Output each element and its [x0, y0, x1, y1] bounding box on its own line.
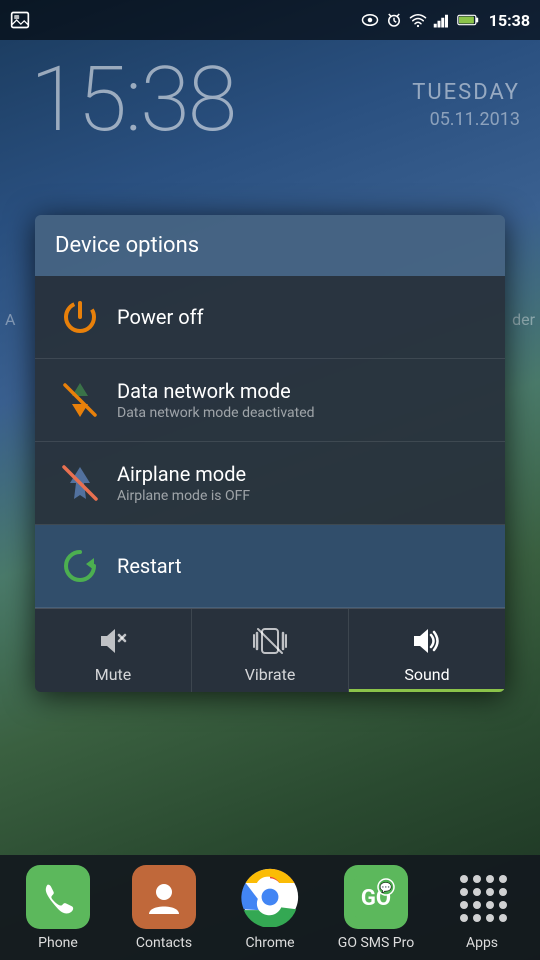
- airplane-subtitle: Airplane mode is OFF: [117, 488, 250, 504]
- status-right-icons: 15:38: [361, 11, 530, 30]
- data-network-icon: [58, 378, 102, 422]
- side-text-left: A: [5, 310, 15, 329]
- dock-item-contacts[interactable]: Contacts: [119, 865, 209, 951]
- signal-icon: [433, 11, 451, 29]
- dock-item-phone[interactable]: Phone: [13, 865, 103, 951]
- gosms-icon-container: GO 💬: [344, 865, 408, 929]
- wallpaper-time: 15:38: [30, 55, 235, 145]
- power-off-text: Power off: [117, 305, 204, 329]
- device-options-dialog: Device options Power off: [35, 215, 505, 692]
- airplane-item[interactable]: Airplane mode Airplane mode is OFF: [35, 442, 505, 525]
- wallpaper-day: TUESDAY: [412, 80, 520, 105]
- phone-icon: [39, 878, 77, 916]
- data-network-text: Data network mode Data network mode deac…: [117, 379, 315, 421]
- eye-icon: [361, 11, 379, 29]
- gallery-icon: [10, 10, 30, 30]
- dock-item-chrome[interactable]: Chrome: [225, 865, 315, 951]
- svg-text:💬: 💬: [380, 881, 393, 894]
- power-off-icon-container: [55, 292, 105, 342]
- airplane-icon: [58, 461, 102, 505]
- sound-label: Sound: [404, 665, 449, 684]
- data-network-label: Data network mode: [117, 379, 315, 403]
- wifi-icon: [409, 11, 427, 29]
- data-network-icon-container: [55, 375, 105, 425]
- data-network-subtitle: Data network mode deactivated: [117, 405, 315, 421]
- wallpaper-date-section: TUESDAY 05.11.2013: [412, 80, 520, 130]
- alarm-icon: [385, 11, 403, 29]
- chrome-icon: [240, 867, 300, 927]
- contacts-label: Contacts: [136, 935, 192, 951]
- mute-icon: [95, 623, 131, 659]
- vibrate-label: Vibrate: [245, 665, 296, 684]
- mute-button[interactable]: Mute: [35, 609, 192, 692]
- side-text-right: der: [512, 310, 535, 329]
- airplane-icon-container: [55, 458, 105, 508]
- status-bar: 15:38: [0, 0, 540, 40]
- dialog-title: Device options: [55, 233, 199, 258]
- phone-icon-container: [26, 865, 90, 929]
- data-network-item[interactable]: Data network mode Data network mode deac…: [35, 359, 505, 442]
- power-off-item[interactable]: Power off: [35, 276, 505, 359]
- restart-text: Restart: [117, 554, 181, 578]
- wallpaper-date: 05.11.2013: [412, 109, 520, 130]
- chrome-label: Chrome: [245, 935, 294, 951]
- restart-label: Restart: [117, 554, 181, 578]
- gosms-icon: GO 💬: [352, 873, 400, 921]
- dock-item-apps[interactable]: Apps: [437, 865, 527, 951]
- apps-label: Apps: [466, 935, 498, 951]
- chrome-icon-container: [238, 865, 302, 929]
- contacts-icon: [145, 878, 183, 916]
- airplane-text: Airplane mode Airplane mode is OFF: [117, 462, 250, 504]
- dialog-body: Power off Data network mode Data network…: [35, 276, 505, 692]
- phone-label: Phone: [38, 935, 78, 951]
- dialog-header: Device options: [35, 215, 505, 276]
- sound-active-indicator: [349, 689, 505, 692]
- power-icon: [58, 295, 102, 339]
- dock: Phone Contacts: [0, 855, 540, 960]
- vibrate-icon: [252, 623, 288, 659]
- sound-icon: [409, 623, 445, 659]
- gosms-label: GO SMS Pro: [338, 935, 414, 951]
- status-left-icons: [10, 10, 30, 30]
- power-off-label: Power off: [117, 305, 204, 329]
- restart-icon-container: [55, 541, 105, 591]
- apps-icon: [454, 869, 510, 925]
- battery-icon: [457, 11, 479, 29]
- restart-item[interactable]: Restart: [35, 525, 505, 608]
- airplane-label: Airplane mode: [117, 462, 250, 486]
- vibrate-button[interactable]: Vibrate: [192, 609, 349, 692]
- sound-options-row: Mute Vibrate: [35, 608, 505, 692]
- restart-icon: [58, 544, 102, 588]
- apps-icon-container: [450, 865, 514, 929]
- mute-label: Mute: [95, 665, 132, 684]
- dock-item-gosms[interactable]: GO 💬 GO SMS Pro: [331, 865, 421, 951]
- sound-button[interactable]: Sound: [349, 609, 505, 692]
- wallpaper-clock: 15:38: [30, 55, 235, 145]
- contacts-icon-container: [132, 865, 196, 929]
- status-time: 15:38: [489, 11, 530, 30]
